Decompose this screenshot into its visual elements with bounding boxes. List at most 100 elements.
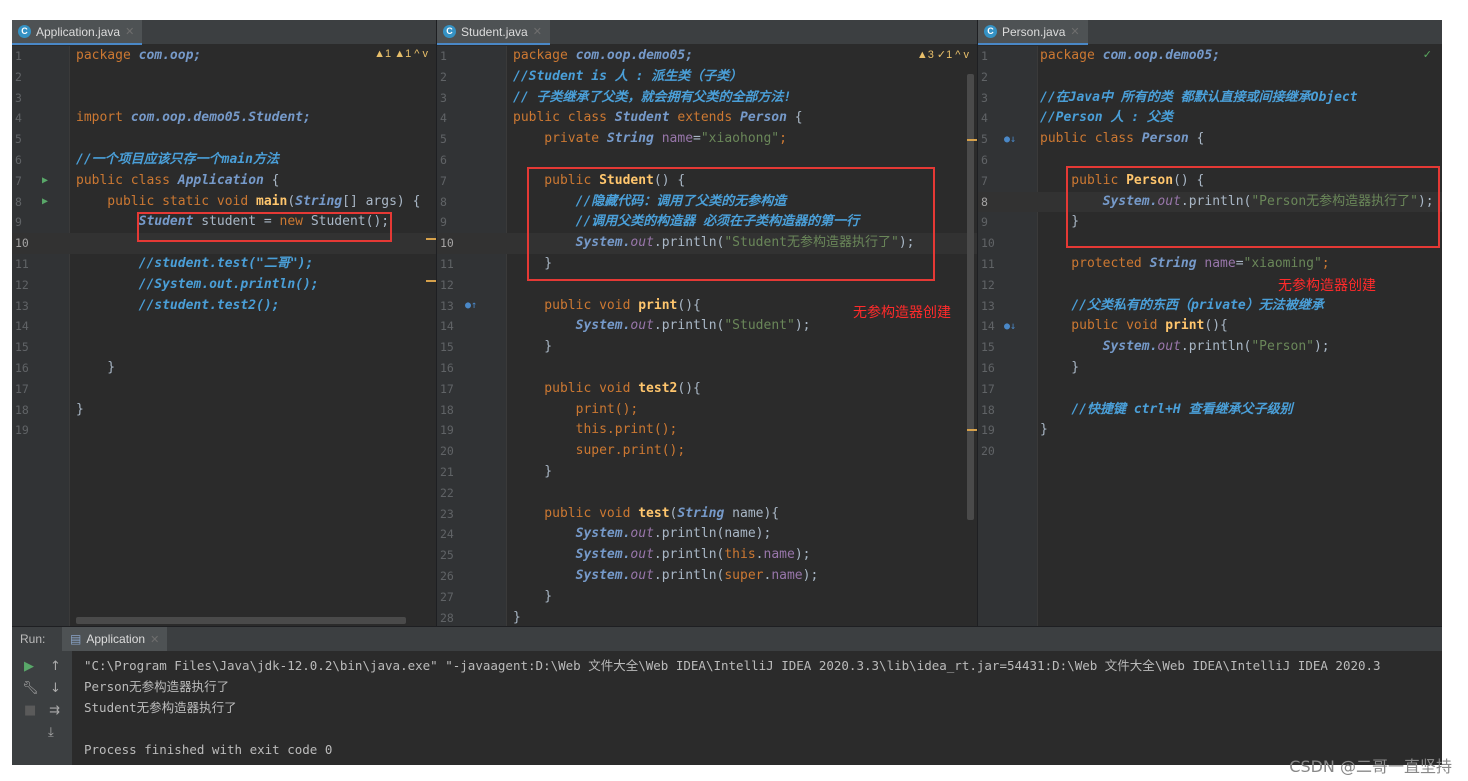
- code-line[interactable]: 4 //Person 人 : 父类: [978, 108, 1442, 129]
- code-line[interactable]: 4 import com.oop.demo05.Student;: [12, 108, 436, 129]
- code-line[interactable]: 18 print();: [437, 400, 977, 421]
- horizontal-scrollbar[interactable]: [76, 617, 406, 624]
- code-line[interactable]: 4 public class Student extends Person {: [437, 108, 977, 129]
- code-lines[interactable]: 1 package com.oop.demo05; 2 //Student is 人 …: [437, 46, 977, 626]
- code-line[interactable]: 3 // 子类继承了父类，就会拥有父类的全部方法!: [437, 88, 977, 109]
- code-line[interactable]: 18 //快捷键 ctrl+H 查看继承父子级别: [978, 400, 1442, 421]
- code-line[interactable]: 20: [978, 441, 1442, 462]
- code-token: "Person": [1251, 339, 1314, 355]
- rerun-icon[interactable]: ▶: [24, 659, 34, 674]
- code-line[interactable]: 6 //一个项目应该只存一个main方法: [12, 150, 436, 171]
- code-line[interactable]: 1 package com.oop.demo05;: [978, 46, 1442, 67]
- code-line[interactable]: 28}: [437, 608, 977, 626]
- code-line[interactable]: 11 protected String name="xiaoming";: [978, 254, 1442, 275]
- scroll-up-icon[interactable]: ↑: [50, 659, 61, 674]
- code-line[interactable]: 19: [12, 420, 436, 441]
- code-text: public class Person {: [1040, 129, 1204, 150]
- code-line[interactable]: 17 public void test2(){: [437, 379, 977, 400]
- code-text: //Student is 人 : 派生类（子类）: [513, 67, 742, 88]
- code-line[interactable]: 5: [12, 129, 436, 150]
- code-token: {: [1188, 131, 1205, 147]
- code-line[interactable]: 5 public class Person {: [978, 129, 1442, 150]
- stop-icon[interactable]: ■: [24, 703, 36, 718]
- editor-application[interactable]: C Application.java ✕ ▲1 ▲1 ^ v 1 package …: [12, 20, 436, 626]
- code-token: }: [513, 339, 553, 355]
- code-token: "xiaoming": [1243, 255, 1322, 271]
- line-number: 2: [981, 69, 988, 84]
- line-number: 4: [15, 111, 22, 126]
- code-line[interactable]: 11 //student.test("二哥");: [12, 254, 436, 275]
- code-text: System.out.println(name);: [513, 524, 772, 545]
- code-line[interactable]: 21 }: [437, 462, 977, 483]
- code-line[interactable]: 15: [12, 337, 436, 358]
- code-line[interactable]: 18}: [12, 400, 436, 421]
- code-line[interactable]: 15 }: [437, 337, 977, 358]
- code-line[interactable]: 26 System.out.println(super.name);: [437, 566, 977, 587]
- code-line[interactable]: 15 System.out.println("Person");: [978, 337, 1442, 358]
- override-icon[interactable]: ●↑: [465, 300, 477, 311]
- code-lines[interactable]: 1 package com.oop.demo05; 2 3 //在Java中 所有的类 …: [978, 46, 1442, 462]
- close-icon[interactable]: ✕: [1070, 25, 1079, 38]
- code-line[interactable]: 13 //student.test2();: [12, 296, 436, 317]
- tab-student-java[interactable]: C Student.java ✕: [437, 20, 550, 45]
- run-tab-application[interactable]: ▤ Application ✕: [62, 627, 168, 651]
- tab-application-java[interactable]: C Application.java ✕: [12, 20, 143, 45]
- code-token: [] args) {: [342, 193, 421, 209]
- close-icon[interactable]: ✕: [533, 25, 542, 38]
- code-line[interactable]: 13 //父类私有的东西（private）无法被继承: [978, 296, 1442, 317]
- code-line[interactable]: 20 super.print();: [437, 441, 977, 462]
- code-line[interactable]: 12 //System.out.println();: [12, 275, 436, 296]
- soft-wrap-icon[interactable]: ⇉: [49, 703, 60, 718]
- code-line[interactable]: 1 package com.oop.demo05;: [437, 46, 977, 67]
- editor-student[interactable]: C Student.java ✕ ▲3 ✓1 ^ v 1 package com.…: [437, 20, 977, 626]
- code-line[interactable]: 16 }: [12, 358, 436, 379]
- scroll-down-icon[interactable]: ↓: [50, 681, 61, 696]
- code-text: }: [76, 400, 84, 421]
- close-icon[interactable]: ✕: [125, 25, 134, 38]
- code-line[interactable]: 3: [12, 88, 436, 109]
- code-line[interactable]: 22: [437, 483, 977, 504]
- code-line[interactable]: 25 System.out.println(this.name);: [437, 545, 977, 566]
- overridden-icon[interactable]: ●↓: [1004, 134, 1016, 145]
- line-number: 27: [440, 589, 454, 604]
- code-token: .print();: [606, 422, 678, 438]
- code-line[interactable]: 5 private String name="xiaohong";: [437, 129, 977, 150]
- code-line[interactable]: 19}: [978, 420, 1442, 441]
- code-lines[interactable]: 1 package com.oop; 2 3 4 import com.oop.demo0…: [12, 46, 436, 441]
- run-gutter-icon[interactable]: ▶: [42, 196, 48, 207]
- run-gutter-icon[interactable]: ▶: [42, 175, 48, 186]
- code-line[interactable]: 2: [12, 67, 436, 88]
- tab-person-java[interactable]: C Person.java ✕: [978, 20, 1088, 45]
- line-number: 2: [440, 69, 447, 84]
- code-text: // 子类继承了父类，就会拥有父类的全部方法!: [513, 88, 791, 109]
- code-token: .println(: [653, 547, 725, 563]
- code-line[interactable]: 23 public void test(String name){: [437, 504, 977, 525]
- code-line[interactable]: 17: [12, 379, 436, 400]
- code-token: System.: [575, 318, 631, 334]
- code-line[interactable]: 19 this.print();: [437, 420, 977, 441]
- console-output[interactable]: "C:\Program Files\Java\jdk-12.0.2\bin\ja…: [84, 655, 1381, 760]
- close-icon[interactable]: ✕: [150, 633, 159, 646]
- code-line[interactable]: 1 package com.oop;: [12, 46, 436, 67]
- wrench-icon[interactable]: 🔧︎: [22, 681, 39, 696]
- overridden-icon[interactable]: ●↓: [1004, 321, 1016, 332]
- code-line[interactable]: 8 public static void main(String[] args)…: [12, 192, 436, 213]
- line-number: 4: [981, 111, 988, 126]
- code-line[interactable]: 16: [437, 358, 977, 379]
- code-line[interactable]: 17: [978, 379, 1442, 400]
- code-line[interactable]: 27 }: [437, 587, 977, 608]
- code-token: public class: [513, 110, 615, 126]
- code-line[interactable]: 2: [978, 67, 1442, 88]
- code-line[interactable]: 14: [12, 316, 436, 337]
- code-text: public class Student extends Person {: [513, 108, 803, 129]
- code-token: out: [630, 547, 654, 563]
- code-line[interactable]: 14 public void print(){: [978, 316, 1442, 337]
- code-line[interactable]: 24 System.out.println(name);: [437, 524, 977, 545]
- code-line[interactable]: 2 //Student is 人 : 派生类（子类）: [437, 67, 977, 88]
- scroll-to-end-icon[interactable]: ⤓: [48, 725, 54, 740]
- code-line[interactable]: 3 //在Java中 所有的类 都默认直接或间接继承Object: [978, 88, 1442, 109]
- editor-person[interactable]: C Person.java ✕ ✓ 1 package com.oop.demo0…: [978, 20, 1442, 626]
- code-line[interactable]: 16 }: [978, 358, 1442, 379]
- code-line[interactable]: 7 public class Application {: [12, 171, 436, 192]
